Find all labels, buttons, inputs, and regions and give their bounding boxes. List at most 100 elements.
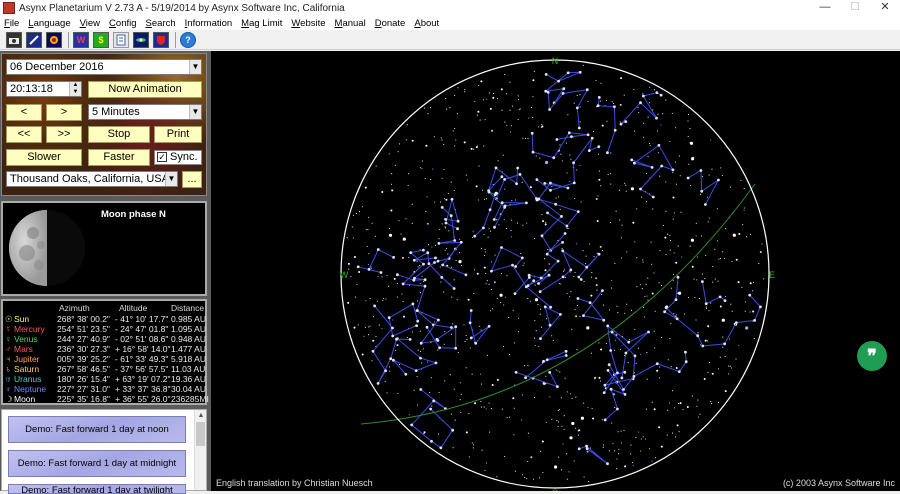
sky-chart[interactable]: NSWE [211,51,900,491]
demo-midnight-button[interactable]: Demo: Fast forward 1 day at midnight [8,450,186,477]
telescope-icon[interactable] [26,31,42,48]
dollar-icon[interactable]: $ [93,31,109,48]
document-icon[interactable] [113,31,129,48]
constellation-star [684,360,688,364]
menu-search[interactable]: Search [146,18,176,29]
slower-button[interactable]: Slower [6,149,82,166]
constellation-star [609,349,613,352]
maximize-button[interactable]: ☐ [840,0,870,16]
w-icon[interactable]: W [73,31,89,48]
demo-noon-button[interactable]: Demo: Fast forward 1 day at noon [8,416,186,443]
galaxy-icon[interactable] [133,31,149,48]
starmap-icon[interactable] [46,31,62,48]
star [623,430,625,432]
constellation-star [542,359,545,363]
constellation-star [549,305,552,309]
star [472,230,474,232]
menu-file[interactable]: File [4,18,19,29]
planet-name: Neptune [14,384,47,394]
demo-scrollbar[interactable]: ▲ [194,410,206,490]
star [362,206,364,208]
star [474,100,476,103]
menu-language[interactable]: Language [28,18,70,29]
constellation-star [633,161,636,165]
star [510,131,512,133]
star [374,235,376,237]
date-select[interactable]: 06 December 2016 ▼ [6,59,202,75]
interval-select[interactable]: 5 Minutes ▼ [88,104,202,120]
star [460,382,462,384]
sky-map[interactable]: NSWE English translation by Christian Nu… [211,51,900,491]
star [576,169,578,171]
quote-bubble-icon[interactable]: ❞ [857,341,887,371]
star [434,321,436,323]
star [456,113,458,115]
star [419,265,421,267]
menu-website[interactable]: Website [291,18,325,29]
constellation-star [655,362,659,366]
star [556,420,558,422]
star [474,402,477,405]
constellation-line [540,305,562,339]
star [573,102,575,104]
sync-checkbox[interactable]: ✓ Sync. [154,150,202,165]
star [465,431,468,434]
constellation-star [531,150,535,154]
constellation-star [456,219,460,223]
constellation-star [492,218,496,221]
constellation-star [602,318,606,322]
planet-distance: 0.948 AU [171,334,206,344]
constellation-star [432,399,436,403]
minimize-button[interactable]: — [810,0,840,16]
star [616,468,618,470]
menu-config[interactable]: Config [109,18,136,29]
star [369,297,371,299]
menu-about[interactable]: About [414,18,439,29]
star [740,179,742,182]
menu-manual[interactable]: Manual [335,18,366,29]
menu-mag-limit[interactable]: Mag Limit [241,18,282,29]
time-spinner[interactable]: 20:13:18 ▲ ▼ [6,81,82,97]
shield-icon[interactable] [153,31,169,48]
demo-twilight-button[interactable]: Demo: Fast forward 1 day at twilight [8,484,186,494]
fast-forward-button[interactable]: >> [46,126,82,143]
spin-arrows-icon[interactable]: ▲ ▼ [69,82,81,96]
menu-donate[interactable]: Donate [375,18,406,29]
step-forward-button[interactable]: > [46,104,82,121]
star [533,70,535,72]
step-back-button[interactable]: < [6,104,42,121]
print-button[interactable]: Print [154,126,202,143]
close-button[interactable]: ✕ [870,0,900,16]
chevron-down-icon: ▼ [165,172,177,186]
fast-back-button[interactable]: << [6,126,42,143]
star [706,340,709,342]
constellation-star [539,276,543,280]
faster-button[interactable]: Faster [88,149,150,166]
star [535,330,537,332]
location-more-button[interactable]: ... [182,171,202,188]
star [564,276,566,278]
constellation-star [557,79,560,83]
star [570,393,572,395]
help-icon[interactable]: ? [180,31,196,48]
stop-button[interactable]: Stop [88,126,150,143]
scroll-up-icon[interactable]: ▲ [195,410,207,421]
star [615,339,617,341]
star [407,173,410,175]
star [696,279,698,281]
menu-information[interactable]: Information [185,18,233,29]
now-animation-button[interactable]: Now Animation [88,81,202,98]
location-select[interactable]: Thousand Oaks, California, USA ▼ [6,171,178,187]
star [388,285,390,287]
constellation-star [671,168,675,172]
scroll-thumb[interactable] [196,422,205,446]
camera-icon[interactable] [6,31,22,48]
planet-altitude: - 24° 47' 01.8" [115,324,169,334]
constellation-star [748,293,752,297]
star [406,124,408,126]
constellation-star [603,418,607,422]
star [501,109,503,111]
menu-view[interactable]: View [80,18,100,29]
moon-phase-panel: Moon phase N [1,201,207,296]
constellation-star [560,215,563,218]
